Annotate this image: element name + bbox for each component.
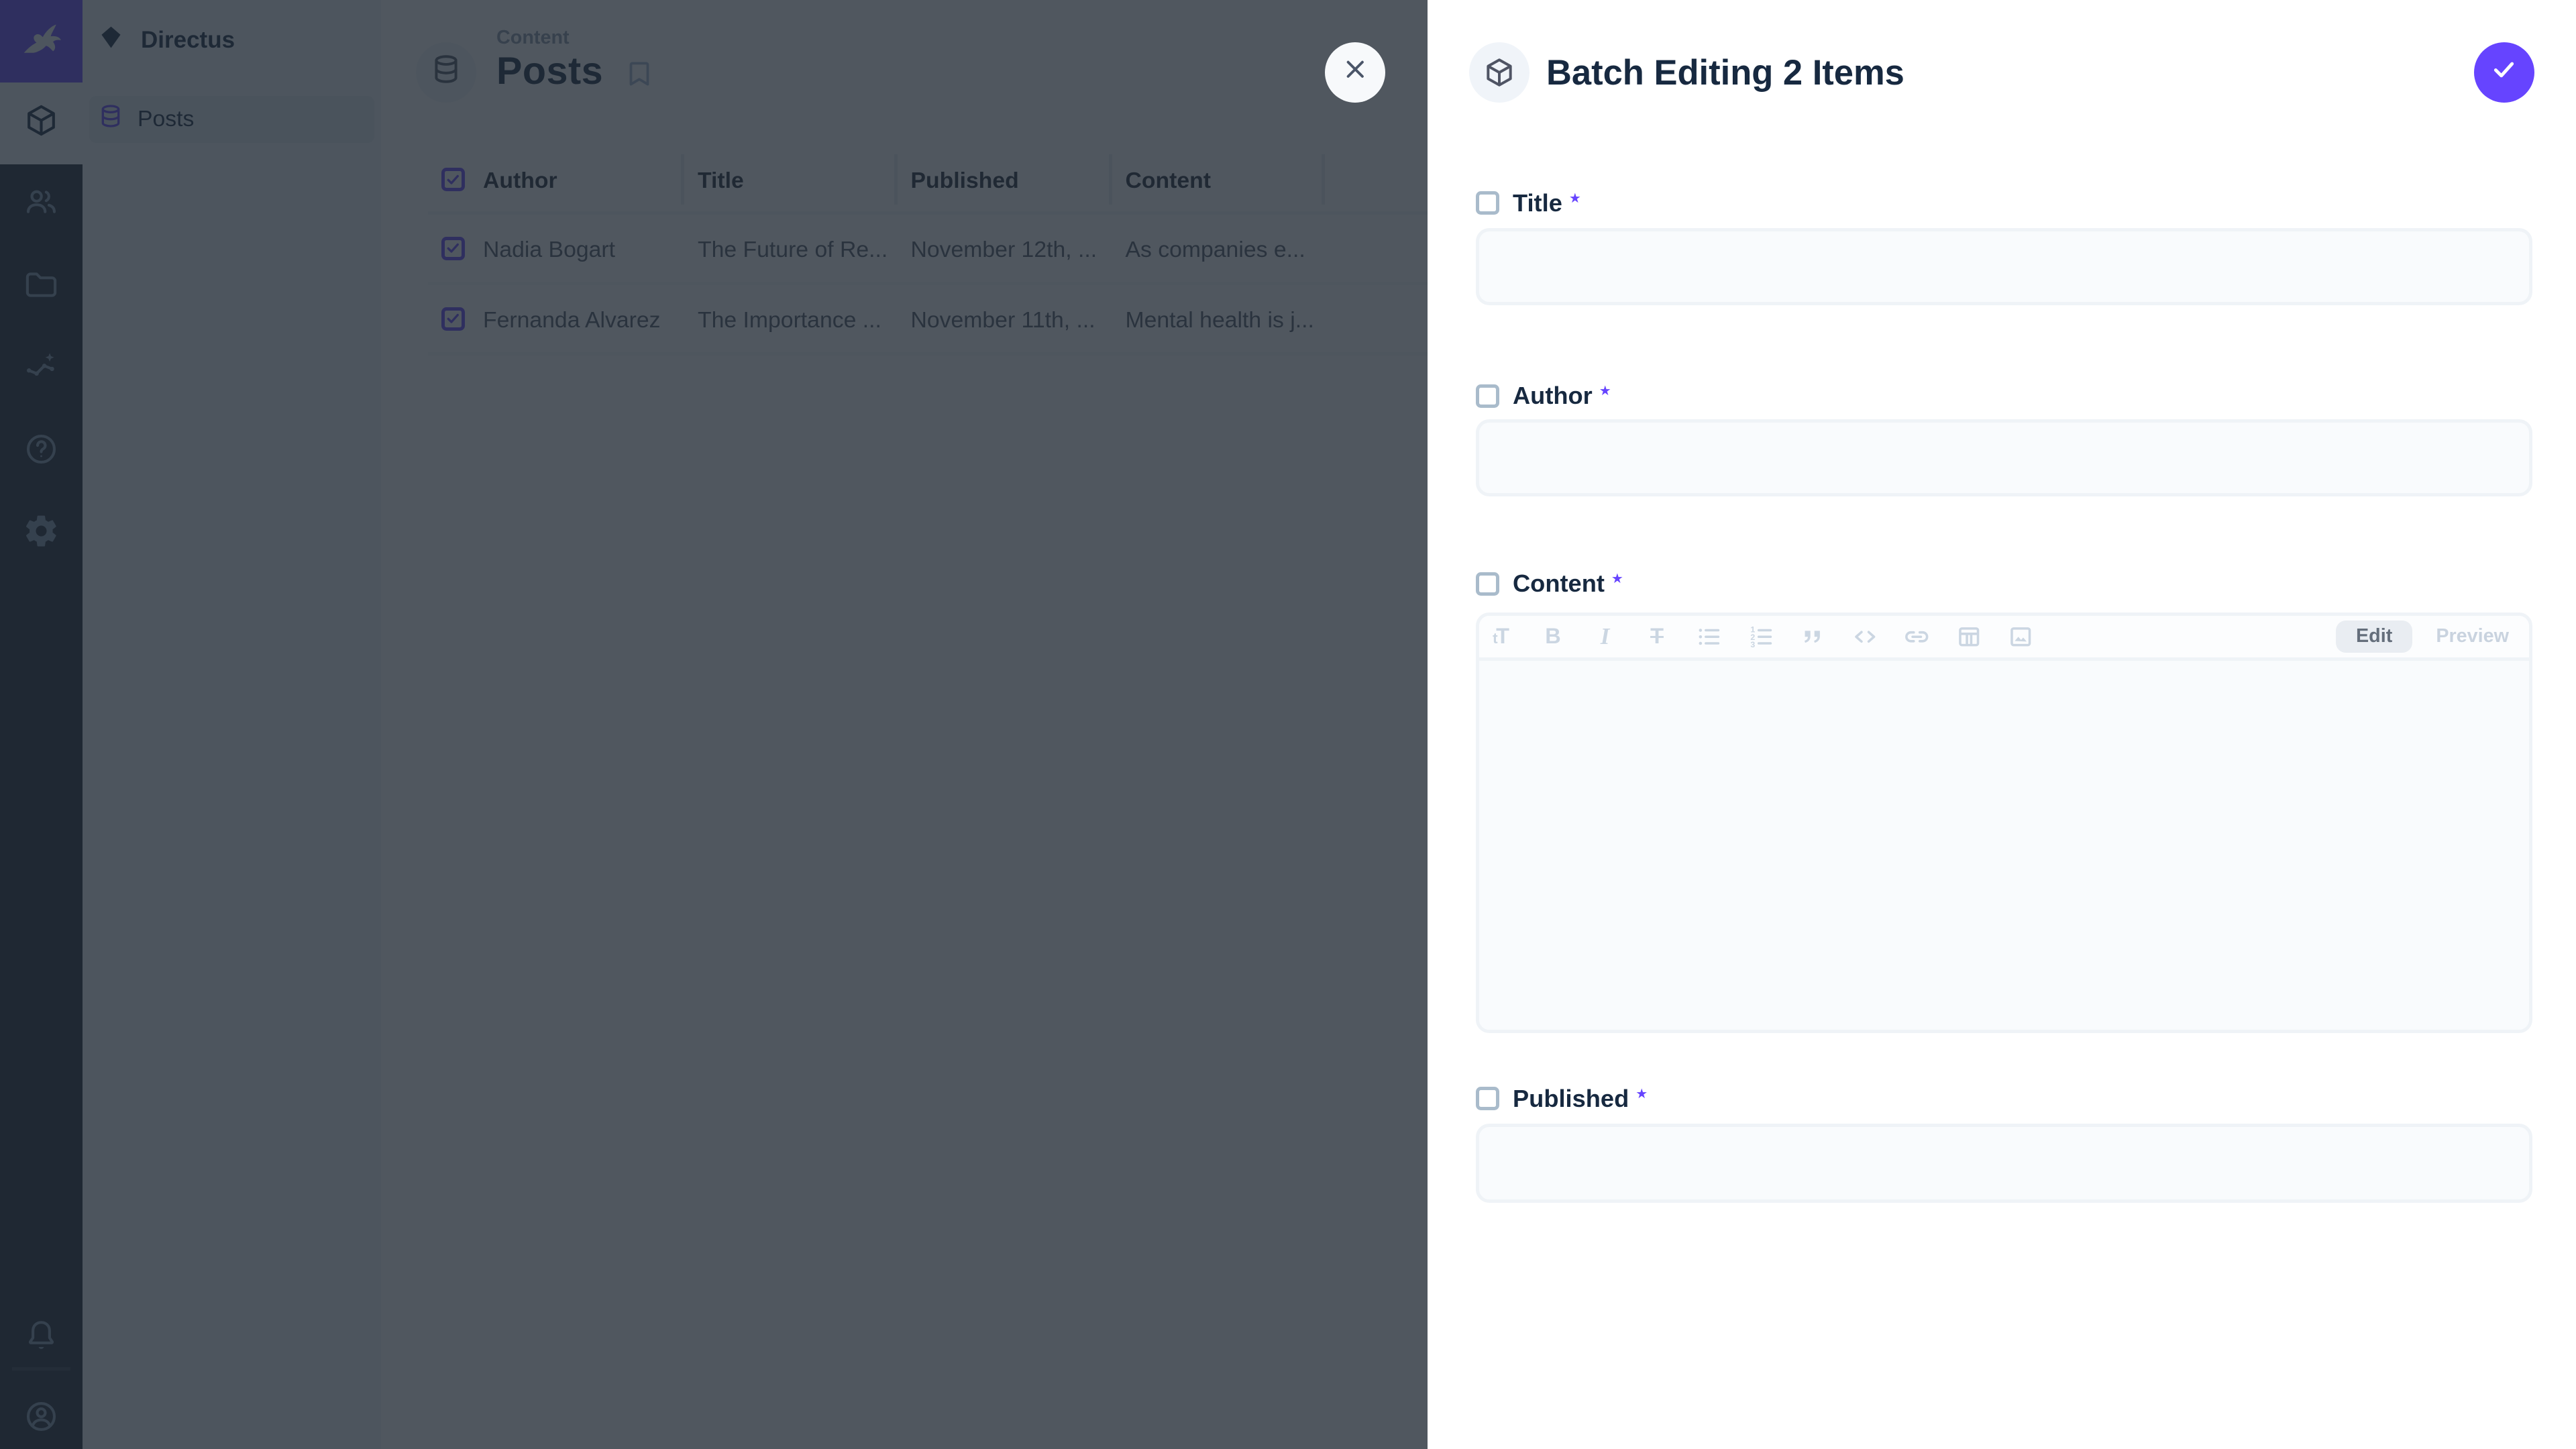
check-icon — [2489, 54, 2519, 91]
link-icon[interactable] — [1902, 621, 1932, 651]
author-input[interactable] — [1476, 419, 2532, 496]
field-group-content: Content ★ — [1476, 569, 2532, 599]
batch-edit-drawer: Batch Editing 2 Items Title ★ Author ★ — [1428, 0, 2576, 1449]
field-label: Author — [1513, 382, 1593, 410]
field-checkbox-author[interactable] — [1476, 384, 1499, 408]
editor-toolbar: tT B I T 1 2 3 — [1479, 616, 2529, 661]
cube-icon — [1469, 42, 1529, 103]
blockquote-icon[interactable] — [1798, 621, 1828, 651]
numbered-list-icon[interactable]: 1 2 3 — [1746, 621, 1776, 651]
svg-text:3: 3 — [1750, 640, 1755, 649]
text-size-icon[interactable]: tT — [1486, 621, 1516, 651]
published-input[interactable] — [1476, 1124, 2532, 1203]
app: Directus Posts Content — [0, 0, 2576, 1449]
save-button[interactable] — [2474, 42, 2534, 103]
required-icon: ★ — [1635, 1085, 1648, 1102]
code-icon[interactable] — [1850, 621, 1880, 651]
bold-icon[interactable]: B — [1538, 621, 1568, 651]
tab-preview[interactable]: Preview — [2436, 625, 2509, 647]
content-textarea[interactable] — [1479, 661, 2529, 1033]
field-checkbox-published[interactable] — [1476, 1087, 1499, 1110]
markdown-editor: tT B I T 1 2 3 — [1476, 612, 2532, 1034]
field-label: Title — [1513, 189, 1562, 217]
drawer-close-button[interactable] — [1325, 42, 1385, 103]
field-checkbox-content[interactable] — [1476, 572, 1499, 596]
bulleted-list-icon[interactable] — [1694, 621, 1724, 651]
required-icon: ★ — [1599, 382, 1611, 399]
title-input[interactable] — [1476, 228, 2532, 305]
drawer-title: Batch Editing 2 Items — [1546, 52, 1904, 93]
strikethrough-icon[interactable]: T — [1642, 621, 1672, 651]
field-label: Content — [1513, 570, 1605, 598]
field-label: Published — [1513, 1085, 1629, 1113]
editor-tabs: Edit Preview — [2336, 621, 2529, 653]
required-icon: ★ — [1569, 190, 1581, 207]
required-icon: ★ — [1611, 570, 1623, 587]
field-group-title: Title ★ — [1476, 188, 2532, 218]
image-icon[interactable] — [2006, 621, 2036, 651]
field-checkbox-title[interactable] — [1476, 191, 1499, 215]
table-icon[interactable] — [1954, 621, 1984, 651]
tab-edit[interactable]: Edit — [2336, 621, 2412, 653]
field-group-author: Author ★ — [1476, 381, 2532, 411]
close-icon — [1341, 55, 1370, 90]
field-group-published: Published ★ — [1476, 1083, 2532, 1114]
italic-icon[interactable]: I — [1590, 621, 1620, 651]
